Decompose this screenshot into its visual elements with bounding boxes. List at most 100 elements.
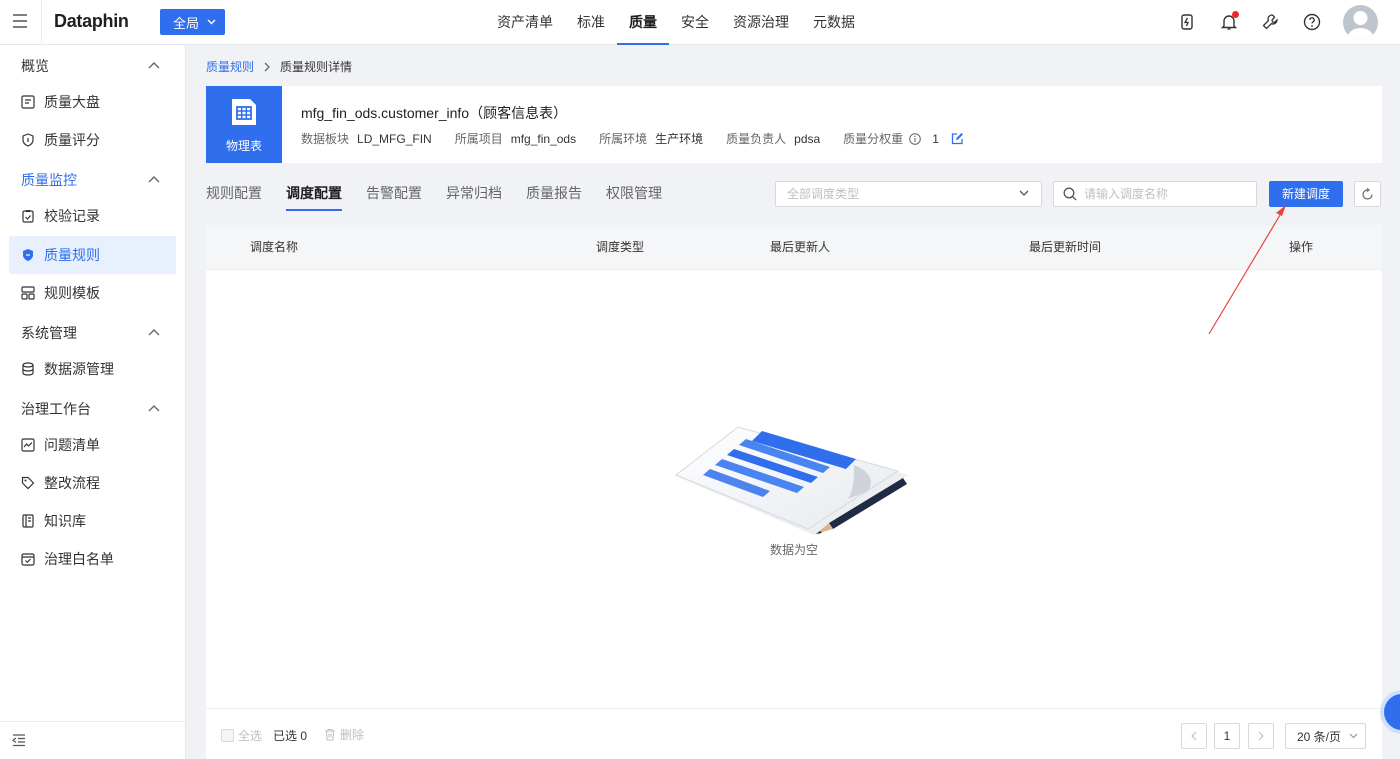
table-name: mfg_fin_ods.customer_info（顾客信息表） <box>301 105 568 121</box>
tab-schedule-config[interactable]: 调度配置 <box>286 171 342 213</box>
table-icon <box>232 99 256 125</box>
sidebar-item-rectify[interactable]: 整改流程 <box>9 464 176 502</box>
info-icon[interactable] <box>909 132 921 145</box>
sidebar-item-dashboard[interactable]: 质量大盘 <box>9 83 176 121</box>
sidebar-item-templates[interactable]: 规则模板 <box>9 274 176 312</box>
sidebar-footer <box>0 721 186 759</box>
column-header: 最后更新时间 <box>1029 240 1102 254</box>
nav-quality[interactable]: 质量 <box>617 0 669 45</box>
select-placeholder: 全部调度类型 <box>787 187 860 201</box>
prev-page-button[interactable] <box>1181 723 1207 749</box>
new-schedule-button[interactable]: 新建调度 <box>1269 181 1343 207</box>
sidebar-item-whitelist[interactable]: 治理白名单 <box>9 540 176 578</box>
sidebar-item-label: 质量评分 <box>44 132 100 148</box>
column-header: 调度类型 <box>596 240 645 254</box>
help-icon[interactable] <box>1303 13 1321 31</box>
meta-label: 所属环境 <box>599 132 648 146</box>
shield-icon <box>23 249 33 261</box>
sidebar-item-kb[interactable]: 知识库 <box>9 502 176 540</box>
dashboard-icon <box>21 95 35 109</box>
sidebar-item-datasource[interactable]: 数据源管理 <box>9 350 176 388</box>
book-icon <box>22 514 34 528</box>
breadcrumb: 质量规则 质量规则详情 <box>206 58 352 75</box>
nav-standard[interactable]: 标准 <box>565 0 617 45</box>
tab-bar: 规则配置 调度配置 告警配置 异常归档 质量报告 权限管理 <box>206 171 686 213</box>
refresh-button[interactable] <box>1354 181 1381 207</box>
nav-metadata[interactable]: 元数据 <box>801 0 867 45</box>
tab-quality-report[interactable]: 质量报告 <box>526 171 582 213</box>
tab-alert-config[interactable]: 告警配置 <box>366 171 422 213</box>
column-header: 操作 <box>1289 240 1314 254</box>
edit-icon[interactable] <box>951 132 964 145</box>
trash-icon <box>325 728 335 741</box>
chevron-up-icon[interactable] <box>148 61 160 69</box>
sidebar-item-issues[interactable]: 问题清单 <box>9 426 176 464</box>
scope-dropdown[interactable]: 全局 <box>160 9 225 35</box>
schedule-table: 调度名称 调度类型 最后更新人 最后更新时间 操作 数据为空 全选 已选 0 删… <box>206 225 1382 759</box>
search-box <box>1053 181 1257 207</box>
sidebar-group-system[interactable]: 系统管理 <box>21 323 77 343</box>
sidebar-item-label: 治理白名单 <box>44 551 114 567</box>
collapse-menu-icon[interactable] <box>12 734 26 747</box>
column-header: 调度名称 <box>250 240 299 254</box>
search-input[interactable] <box>1084 187 1244 201</box>
scope-label: 全局 <box>173 15 200 31</box>
chevron-down-icon <box>1349 733 1358 739</box>
nav-assets[interactable]: 资产清单 <box>485 0 565 45</box>
chevron-up-icon[interactable] <box>148 175 160 183</box>
table-header: 调度名称 调度类型 最后更新人 最后更新时间 操作 <box>206 225 1382 270</box>
avatar[interactable] <box>1343 5 1378 40</box>
sidebar-group-monitor[interactable]: 质量监控 <box>21 170 77 190</box>
sidebar-group-governance[interactable]: 治理工作台 <box>21 399 91 419</box>
sidebar-item-label: 规则模板 <box>44 285 100 301</box>
table-type-badge: 物理表 <box>206 86 282 163</box>
next-page-button[interactable] <box>1248 723 1274 749</box>
notification-dot <box>1232 11 1239 18</box>
menu-icon[interactable] <box>12 14 28 28</box>
meta-value: mfg_fin_ods <box>510 131 577 146</box>
chevron-up-icon[interactable] <box>148 328 160 336</box>
chevron-up-icon[interactable] <box>148 404 160 412</box>
meta-value: 生产环境 <box>655 132 704 146</box>
meta-value: LD_MFG_FIN <box>357 131 432 146</box>
sidebar-group-overview[interactable]: 概览 <box>21 56 49 76</box>
tab-exception-archive[interactable]: 异常归档 <box>446 171 502 213</box>
nav-security[interactable]: 安全 <box>669 0 721 45</box>
sidebar-item-rules[interactable]: 质量规则 <box>9 236 176 274</box>
wrench-icon[interactable] <box>1261 13 1279 31</box>
template-icon <box>21 286 35 300</box>
tab-permission[interactable]: 权限管理 <box>606 171 662 213</box>
nav-governance[interactable]: 资源治理 <box>721 0 801 45</box>
select-all-checkbox[interactable]: 全选 <box>221 727 262 744</box>
page-size-select[interactable]: 20 条/页 <box>1285 723 1366 749</box>
search-icon <box>1063 187 1077 201</box>
logo: Dataphin <box>54 11 129 31</box>
checkbox <box>221 729 234 742</box>
delete-label: 删除 <box>340 728 365 742</box>
breadcrumb-link[interactable]: 质量规则 <box>206 58 254 75</box>
main-content: 规则配置 调度配置 告警配置 异常归档 质量报告 权限管理 全部调度类型 新建调… <box>206 171 1382 759</box>
badge-label: 物理表 <box>225 139 262 153</box>
assistant-float-button[interactable] <box>1380 690 1400 734</box>
column-header: 最后更新人 <box>770 240 831 254</box>
shield-icon <box>22 133 34 147</box>
meta-label: 质量负责人 <box>726 132 787 146</box>
select-all-label: 全选 <box>238 729 263 743</box>
page-size-label: 20 条/页 <box>1297 729 1342 744</box>
schedule-type-select[interactable]: 全部调度类型 <box>775 181 1042 207</box>
delete-button[interactable]: 删除 <box>324 726 364 743</box>
sidebar-item-label: 知识库 <box>44 513 86 529</box>
power-icon[interactable] <box>1178 13 1196 31</box>
tab-rule-config[interactable]: 规则配置 <box>206 171 262 213</box>
sidebar-item-label: 数据源管理 <box>44 361 114 377</box>
table-info-card: 物理表 mfg_fin_ods.customer_info（顾客信息表） 数据板… <box>206 86 1382 163</box>
sidebar-item-records[interactable]: 校验记录 <box>9 197 176 235</box>
main-nav: 资产清单 标准 质量 安全 资源治理 元数据 <box>485 0 867 45</box>
breadcrumb-current: 质量规则详情 <box>280 60 353 74</box>
chevron-left-icon <box>1191 731 1197 741</box>
sidebar-item-label: 问题清单 <box>44 437 100 453</box>
table-meta: 数据板块 LD_MFG_FIN 所属项目 mfg_fin_ods 所属环境 生产… <box>301 130 964 147</box>
page-number[interactable]: 1 <box>1214 723 1240 749</box>
sidebar-item-label: 质量规则 <box>44 247 100 263</box>
sidebar-item-score[interactable]: 质量评分 <box>9 121 176 159</box>
